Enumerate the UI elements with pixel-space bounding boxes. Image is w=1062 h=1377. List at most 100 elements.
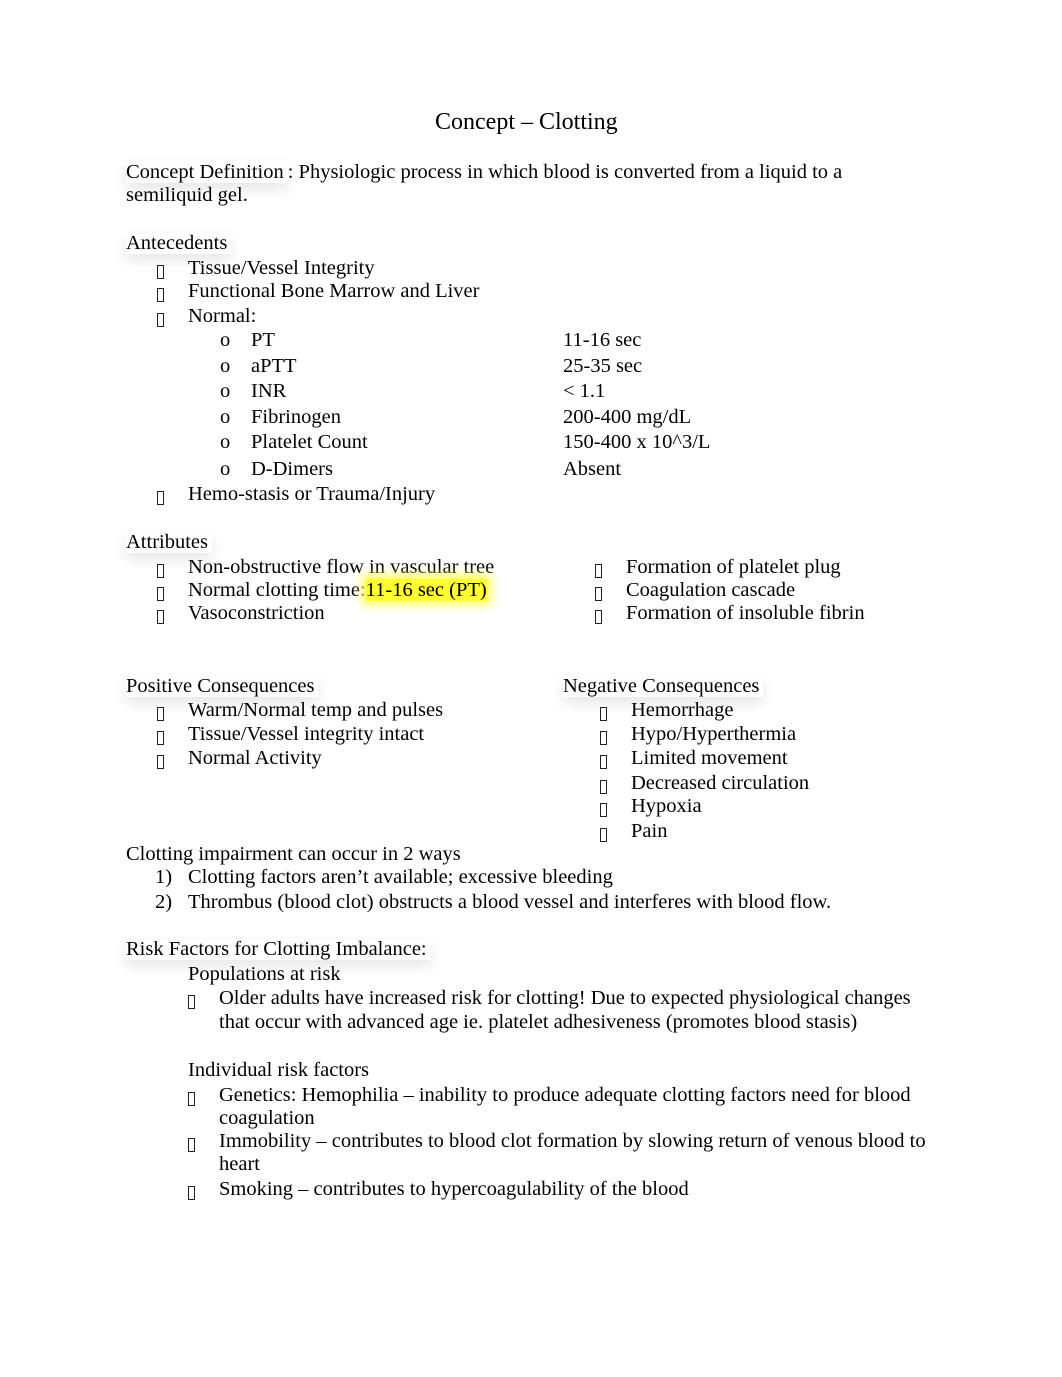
bullet-glyph bbox=[600, 780, 607, 794]
risk-heading: Risk Factors for Clotting Imbalance: bbox=[126, 939, 431, 960]
bullet-icon bbox=[157, 262, 164, 283]
attribute-item: Normal clotting time:11-16 sec (PT) bbox=[188, 579, 487, 601]
negative-consequence-item: Hemorrhage bbox=[631, 699, 734, 721]
bullet-glyph bbox=[600, 803, 607, 817]
individual-risk-item: Genetics: Hemophilia – inability to prod… bbox=[219, 1084, 911, 1106]
normal-lab-value: 25-35 sec bbox=[563, 355, 643, 377]
bullet-icon bbox=[188, 992, 195, 1013]
bullet-glyph bbox=[600, 707, 607, 721]
list-number: 2) bbox=[155, 891, 173, 913]
bullet-glyph bbox=[188, 1138, 195, 1152]
bullet-glyph bbox=[157, 610, 164, 624]
bullet-glyph bbox=[188, 1186, 195, 1200]
bullet-icon bbox=[600, 777, 607, 798]
bullet-icon bbox=[188, 1089, 195, 1110]
bullet-glyph bbox=[595, 610, 602, 624]
normal-lab-name: Fibrinogen bbox=[251, 406, 341, 428]
sub-bullet: o bbox=[220, 406, 231, 428]
populations-heading: Populations at risk bbox=[188, 963, 341, 985]
bullet-icon bbox=[595, 607, 602, 628]
impairment-heading: Clotting impairment can occur in 2 ways bbox=[126, 843, 461, 865]
normal-lab-name: Platelet Count bbox=[251, 431, 368, 453]
attributes-heading: Attributes bbox=[126, 532, 212, 553]
sub-bullet: o bbox=[220, 329, 231, 351]
bullet-icon bbox=[600, 825, 607, 846]
negative-consequence-item: Hypo/Hyperthermia bbox=[631, 723, 797, 745]
attribute-item: Formation of insoluble fibrin bbox=[626, 602, 865, 624]
normal-lab-name: D-Dimers bbox=[251, 458, 333, 480]
normal-lab-name: PT bbox=[251, 329, 275, 351]
bullet-icon bbox=[188, 1183, 195, 1204]
bullet-icon bbox=[600, 752, 607, 773]
attribute-item: Coagulation cascade bbox=[626, 579, 796, 601]
antecedents-heading: Antecedents bbox=[126, 233, 231, 254]
population-risk-item: Older adults have increased risk for clo… bbox=[219, 987, 911, 1009]
impairment-item: Thrombus (blood clot) obstructs a blood … bbox=[188, 891, 832, 913]
bullet-glyph bbox=[157, 491, 164, 505]
bullet-glyph bbox=[188, 1092, 195, 1106]
bullet-icon bbox=[600, 800, 607, 821]
bullet-icon bbox=[157, 752, 164, 773]
individual-risk-item: Immobility – contributes to blood clot f… bbox=[219, 1130, 926, 1152]
negative-consequence-item: Decreased circulation bbox=[631, 772, 810, 794]
normal-lab-value: 150-400 x 10^3/L bbox=[563, 431, 711, 453]
bullet-glyph bbox=[595, 564, 602, 578]
bullet-glyph bbox=[600, 828, 607, 842]
definition-text: : Physiologic process in which blood is … bbox=[287, 161, 843, 183]
negative-consequence-item: Limited movement bbox=[631, 747, 788, 769]
sub-bullet: o bbox=[220, 458, 231, 480]
bullet-glyph bbox=[157, 587, 164, 601]
bullet-icon bbox=[157, 285, 164, 306]
bullet-glyph bbox=[157, 755, 164, 769]
sub-bullet: o bbox=[220, 380, 231, 402]
bullet-icon bbox=[595, 584, 602, 605]
normal-lab-name: aPTT bbox=[251, 355, 297, 377]
list-number: 1) bbox=[155, 866, 173, 888]
bullet-icon bbox=[157, 310, 164, 331]
negative-consequence-item: Pain bbox=[631, 820, 668, 842]
positive-consequence-item: Warm/Normal temp and pulses bbox=[188, 699, 444, 721]
bullet-glyph bbox=[188, 995, 195, 1009]
normal-lab-value: 11-16 sec bbox=[563, 329, 642, 351]
individual-heading: Individual risk factors bbox=[188, 1059, 370, 1081]
bullet-icon bbox=[157, 704, 164, 725]
bullet-icon bbox=[595, 561, 602, 582]
sub-bullet: o bbox=[220, 431, 231, 453]
attribute-item: Non-obstructive flow in vascular tree bbox=[188, 556, 495, 578]
bullet-glyph bbox=[157, 731, 164, 745]
bullet-icon bbox=[157, 561, 164, 582]
negative-consequence-item: Hypoxia bbox=[631, 795, 702, 817]
bullet-glyph bbox=[595, 587, 602, 601]
individual-risk-item: Smoking – contributes to hypercoagulabil… bbox=[219, 1178, 689, 1200]
impairment-item: Clotting factors aren’t available; exces… bbox=[188, 866, 613, 888]
antecedent-item: Hemo-stasis or Trauma/Injury bbox=[188, 483, 436, 505]
bullet-glyph bbox=[600, 755, 607, 769]
positive-consequence-item: Tissue/Vessel integrity intact bbox=[188, 723, 425, 745]
antecedent-item: Tissue/Vessel Integrity bbox=[188, 257, 375, 279]
bullet-glyph bbox=[157, 288, 164, 302]
bullet-icon bbox=[157, 488, 164, 509]
bullet-icon bbox=[157, 584, 164, 605]
normal-lab-value: 200-400 mg/dL bbox=[563, 406, 692, 428]
bullet-glyph bbox=[157, 564, 164, 578]
bullet-glyph bbox=[157, 707, 164, 721]
positive-consequences-heading: Positive Consequences bbox=[126, 676, 318, 697]
population-risk-item-cont: that occur with advanced age ie. platele… bbox=[219, 1011, 858, 1033]
definition-line-1: Concept Definition: Physiologic process … bbox=[126, 162, 842, 183]
attribute-item: Formation of platelet plug bbox=[626, 556, 841, 578]
individual-risk-item-cont: heart bbox=[219, 1153, 260, 1175]
positive-consequence-item: Normal Activity bbox=[188, 747, 322, 769]
bullet-icon bbox=[157, 728, 164, 749]
definition-line-2: semiliquid gel. bbox=[126, 184, 248, 206]
individual-risk-item-cont: coagulation bbox=[219, 1107, 315, 1129]
normal-lab-value: Absent bbox=[563, 458, 622, 480]
bullet-glyph bbox=[600, 731, 607, 745]
bullet-glyph bbox=[157, 265, 164, 279]
bullet-icon bbox=[600, 728, 607, 749]
negative-consequences-heading: Negative Consequences bbox=[563, 676, 763, 697]
definition-label: Concept Definition bbox=[126, 161, 288, 183]
normal-lab-value: < 1.1 bbox=[563, 380, 606, 402]
bullet-icon bbox=[600, 704, 607, 725]
sub-bullet: o bbox=[220, 355, 231, 377]
bullet-icon bbox=[157, 607, 164, 628]
